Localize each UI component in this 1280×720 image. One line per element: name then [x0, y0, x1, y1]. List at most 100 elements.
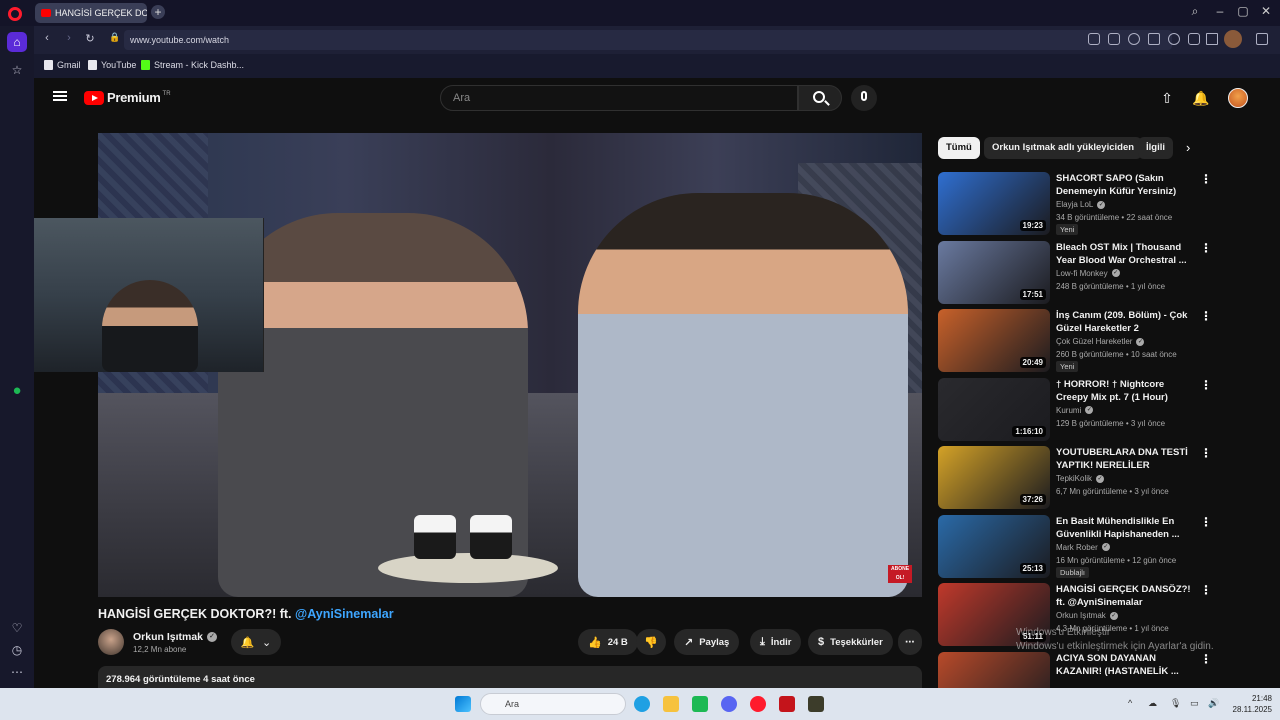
voice-search-button[interactable] — [851, 85, 877, 111]
discord-icon[interactable] — [721, 696, 737, 712]
more-options-icon[interactable]: ⋮ — [1200, 378, 1212, 392]
guide-menu-icon[interactable] — [53, 91, 67, 101]
menu-icon[interactable] — [1206, 33, 1218, 45]
recommendation-item[interactable]: 1:16:10 † HORROR! † Nightcore Creepy Mix … — [938, 377, 1228, 442]
recommendation-item[interactable]: 37:26 YOUTUBERLARA DNA TESTİ YAPTIK! NERE… — [938, 446, 1228, 510]
recommendation-channel[interactable]: Low-fi Monkey ✓ — [1056, 269, 1120, 278]
youtube-logo[interactable]: Premium TR — [84, 90, 171, 105]
chip-all[interactable]: Tümü — [938, 137, 980, 159]
like-button[interactable]: 👍 24 B — [578, 629, 638, 655]
recommendation-title[interactable]: † HORROR! † Nightcore Creepy Mix pt. 7 (… — [1056, 378, 1196, 404]
notifications-bell-icon[interactable]: 🔔 — [1192, 90, 1209, 106]
app-icon[interactable] — [808, 696, 824, 712]
cloud-icon[interactable]: ☁ — [1148, 698, 1157, 709]
recommendation-title[interactable]: ACIYA SON DAYANAN KAZANIR! (HASTANELİK .… — [1056, 652, 1196, 678]
dislike-button[interactable]: 👎 — [636, 629, 666, 655]
favorites-heart-icon[interactable]: ♡ — [7, 618, 27, 638]
channel-avatar[interactable] — [98, 629, 124, 655]
more-options-icon[interactable]: ⋮ — [1200, 309, 1212, 323]
recommendation-channel[interactable]: Orkun Işıtmak ✓ — [1056, 611, 1118, 620]
new-tab-button[interactable]: + — [151, 5, 165, 19]
maximize-button[interactable]: ▢ — [1233, 4, 1253, 18]
recommendation-channel[interactable]: Kurumi ✓ — [1056, 406, 1094, 415]
more-options-icon[interactable]: ⋮ — [1200, 583, 1212, 597]
more-dots-icon[interactable]: ⋯ — [7, 662, 27, 682]
search-button[interactable] — [798, 85, 842, 111]
volume-icon[interactable]: 🔊 — [1208, 698, 1219, 709]
bookmark-youtube[interactable]: YouTube — [88, 60, 136, 70]
recommendation-channel[interactable]: TepkiKolik ✓ — [1056, 474, 1105, 483]
profile-avatar[interactable] — [1224, 30, 1242, 48]
recommendation-title[interactable]: En Basit Mühendislikle En Güvenlikli Hap… — [1056, 515, 1196, 541]
video-thumbnail[interactable]: 25:13 — [938, 514, 1050, 578]
bookmark-kick[interactable]: Stream - Kick Dashb... — [141, 60, 244, 70]
download-icon[interactable] — [1188, 33, 1200, 45]
description-box[interactable]: 278.964 görüntüleme 4 saat önce — [98, 666, 922, 688]
channel-name[interactable]: Orkun Işıtmak ✓ — [133, 631, 218, 643]
more-options-icon[interactable]: ⋮ — [1200, 446, 1212, 460]
bookmarks-star-icon[interactable]: ☆ — [7, 60, 27, 80]
taskbar-search-input[interactable]: Ara — [480, 693, 626, 715]
search-tabs-icon[interactable]: ⌕ — [1185, 4, 1205, 19]
chevron-right-icon[interactable]: › — [1186, 140, 1190, 155]
history-clock-icon[interactable]: ◷ — [7, 640, 27, 660]
recommendation-item[interactable]: 19:23 SHACORT SAPO (Sakın Denemeyin Küfür… — [938, 172, 1228, 236]
recommendation-channel[interactable]: Mark Rober ✓ — [1056, 543, 1110, 552]
recommendation-title[interactable]: HANGİSİ GERÇEK DANSÖZ?! ft. @AyniSinemal… — [1056, 583, 1196, 609]
recommendation-channel[interactable]: Elayja LoL ✓ — [1056, 200, 1106, 209]
recommendation-title[interactable]: İnş Canım (209. Bölüm) - Çok Güzel Harek… — [1056, 309, 1196, 335]
minimize-button[interactable]: – — [1210, 4, 1230, 18]
more-actions-button[interactable]: ⋯ — [898, 629, 922, 655]
start-windows-icon[interactable] — [455, 696, 471, 712]
video-thumbnail[interactable]: 17:51 — [938, 240, 1050, 304]
more-options-icon[interactable]: ⋮ — [1200, 515, 1212, 529]
recommendation-item[interactable]: 17:51 Bleach OST Mix | Thousand Year Bloo… — [938, 240, 1228, 305]
mention-link[interactable]: @AyniSinemalar — [295, 607, 394, 621]
share-button[interactable]: ↗ Paylaş — [674, 629, 740, 655]
reload-icon[interactable]: ↻ — [83, 32, 97, 45]
home-icon[interactable]: ⌂ — [7, 32, 27, 52]
play-icon[interactable] — [1148, 33, 1160, 45]
bookmark-gmail[interactable]: Gmail — [44, 60, 81, 70]
recommendation-title[interactable]: SHACORT SAPO (Sakın Denemeyin Küfür Yers… — [1056, 172, 1196, 198]
edit-icon[interactable] — [1088, 33, 1100, 45]
tray-chevron-up-icon[interactable]: ^ — [1128, 698, 1132, 708]
back-arrow-icon[interactable]: ‹ — [40, 32, 54, 44]
shield-icon[interactable] — [1128, 33, 1140, 45]
recommendation-title[interactable]: Bleach OST Mix | Thousand Year Blood War… — [1056, 241, 1196, 267]
camera-icon[interactable] — [1108, 33, 1120, 45]
recommendation-channel[interactable]: Çok Güzel Hareketler ✓ — [1056, 337, 1145, 346]
heart-icon[interactable] — [1168, 33, 1180, 45]
opera-icon[interactable] — [750, 696, 766, 712]
recommendation-item[interactable]: 25:13 En Basit Mühendislikle En Güvenlikl… — [938, 514, 1228, 579]
recommendation-item[interactable]: 20:49 İnş Canım (209. Bölüm) - Çok Güzel … — [938, 309, 1228, 373]
recommendation-item[interactable]: ACIYA SON DAYANAN KAZANIR! (HASTANELİK .… — [938, 651, 1228, 688]
subscription-bell-button[interactable]: 🔔 ⌄ — [231, 629, 281, 655]
video-thumbnail[interactable]: 20:49 — [938, 309, 1050, 372]
video-thumbnail[interactable] — [938, 651, 1050, 688]
chip-from-uploader[interactable]: Orkun Işıtmak adlı yükleyiciden — [984, 137, 1143, 159]
close-window-button[interactable]: ✕ — [1256, 4, 1276, 18]
thanks-button[interactable]: $ Teşekkürler — [808, 629, 893, 655]
network-icon[interactable]: ▭ — [1190, 698, 1199, 709]
opera-logo-icon[interactable] — [8, 7, 22, 21]
url-field[interactable]: www.youtube.com/watch — [124, 30, 1172, 50]
more-options-icon[interactable]: ⋮ — [1200, 172, 1212, 186]
mic-tray-icon[interactable]: 🎙 — [1170, 698, 1181, 709]
download-button[interactable]: ⤓ İndir — [750, 629, 802, 655]
browser-tab[interactable]: HANGİSİ GERÇEK DO — [35, 3, 147, 23]
more-options-icon[interactable]: ⋮ — [1200, 241, 1212, 255]
chip-related[interactable]: İlgili — [1138, 137, 1173, 159]
file-explorer-icon[interactable] — [663, 696, 679, 712]
extensions-icon[interactable] — [1256, 33, 1268, 45]
app-icon[interactable] — [692, 696, 708, 712]
edge-icon[interactable] — [634, 696, 650, 712]
upload-icon[interactable]: ⇧ — [1159, 90, 1175, 106]
search-input[interactable]: Ara — [440, 85, 798, 111]
user-avatar[interactable] — [1228, 88, 1248, 108]
video-thumbnail[interactable]: 1:16:10 — [938, 377, 1050, 441]
app-icon[interactable] — [779, 696, 795, 712]
forward-arrow-icon[interactable]: › — [62, 32, 76, 44]
video-thumbnail[interactable]: 37:26 — [938, 446, 1050, 509]
spotify-icon[interactable]: ● — [7, 381, 27, 401]
